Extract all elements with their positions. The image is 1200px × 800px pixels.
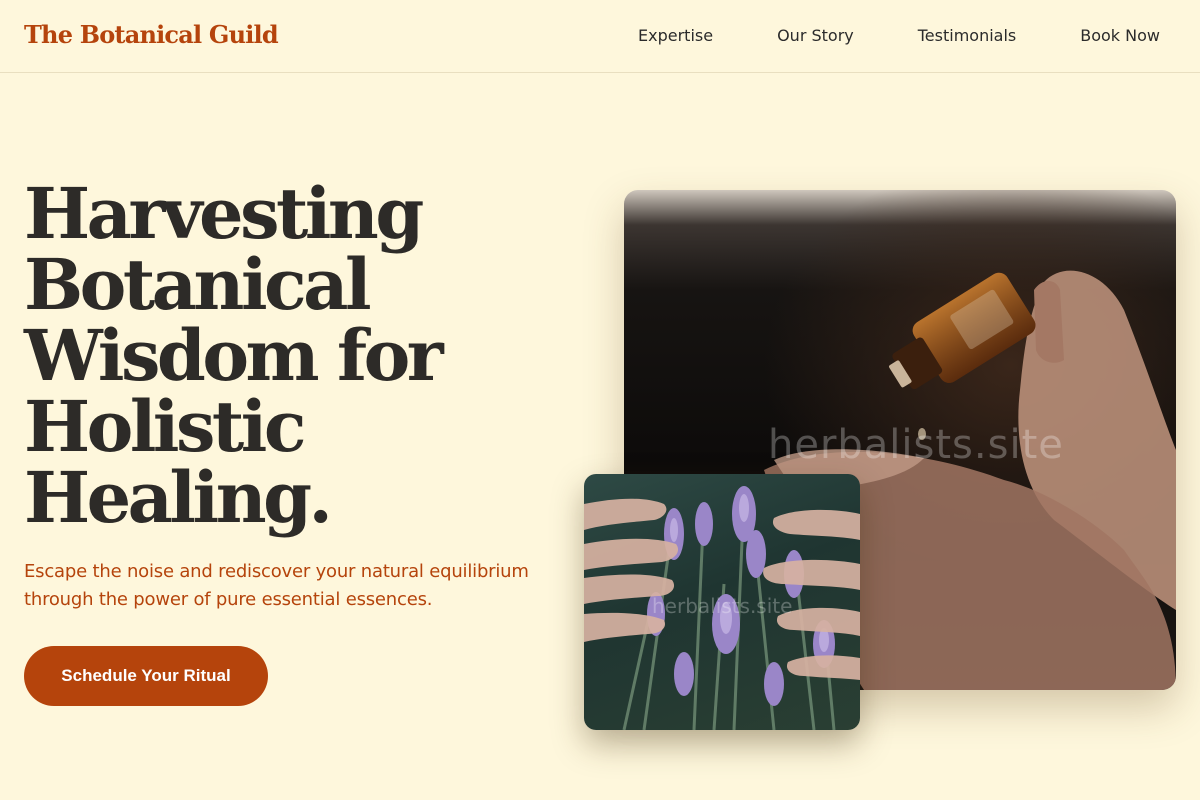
headline-line: Holistic xyxy=(24,385,306,468)
nav-link-our-story[interactable]: Our Story xyxy=(777,26,854,45)
schedule-ritual-button[interactable]: Schedule Your Ritual xyxy=(24,646,268,706)
image-watermark: herbalists.site xyxy=(652,594,793,618)
headline-line: Wisdom for xyxy=(24,314,444,397)
nav-link-book-now[interactable]: Book Now xyxy=(1080,26,1160,45)
hero-headline: Harvesting Botanical Wisdom for Holistic… xyxy=(24,178,584,533)
nav-link-testimonials[interactable]: Testimonials xyxy=(918,26,1017,45)
headline-line: Harvesting xyxy=(24,172,424,255)
site-header: The Botanical Guild Expertise Our Story … xyxy=(0,0,1200,73)
headline-line: Healing. xyxy=(24,456,333,539)
site-logo[interactable]: The Botanical Guild xyxy=(24,20,279,49)
hero-subtext: Escape the noise and rediscover your nat… xyxy=(24,561,529,610)
main-nav: Expertise Our Story Testimonials Book No… xyxy=(638,26,1160,45)
headline-line: Botanical xyxy=(24,243,372,326)
image-watermark: herbalists.site xyxy=(768,422,1064,468)
nav-link-expertise[interactable]: Expertise xyxy=(638,26,713,45)
lavender-photo: herbalists.site xyxy=(584,474,860,730)
